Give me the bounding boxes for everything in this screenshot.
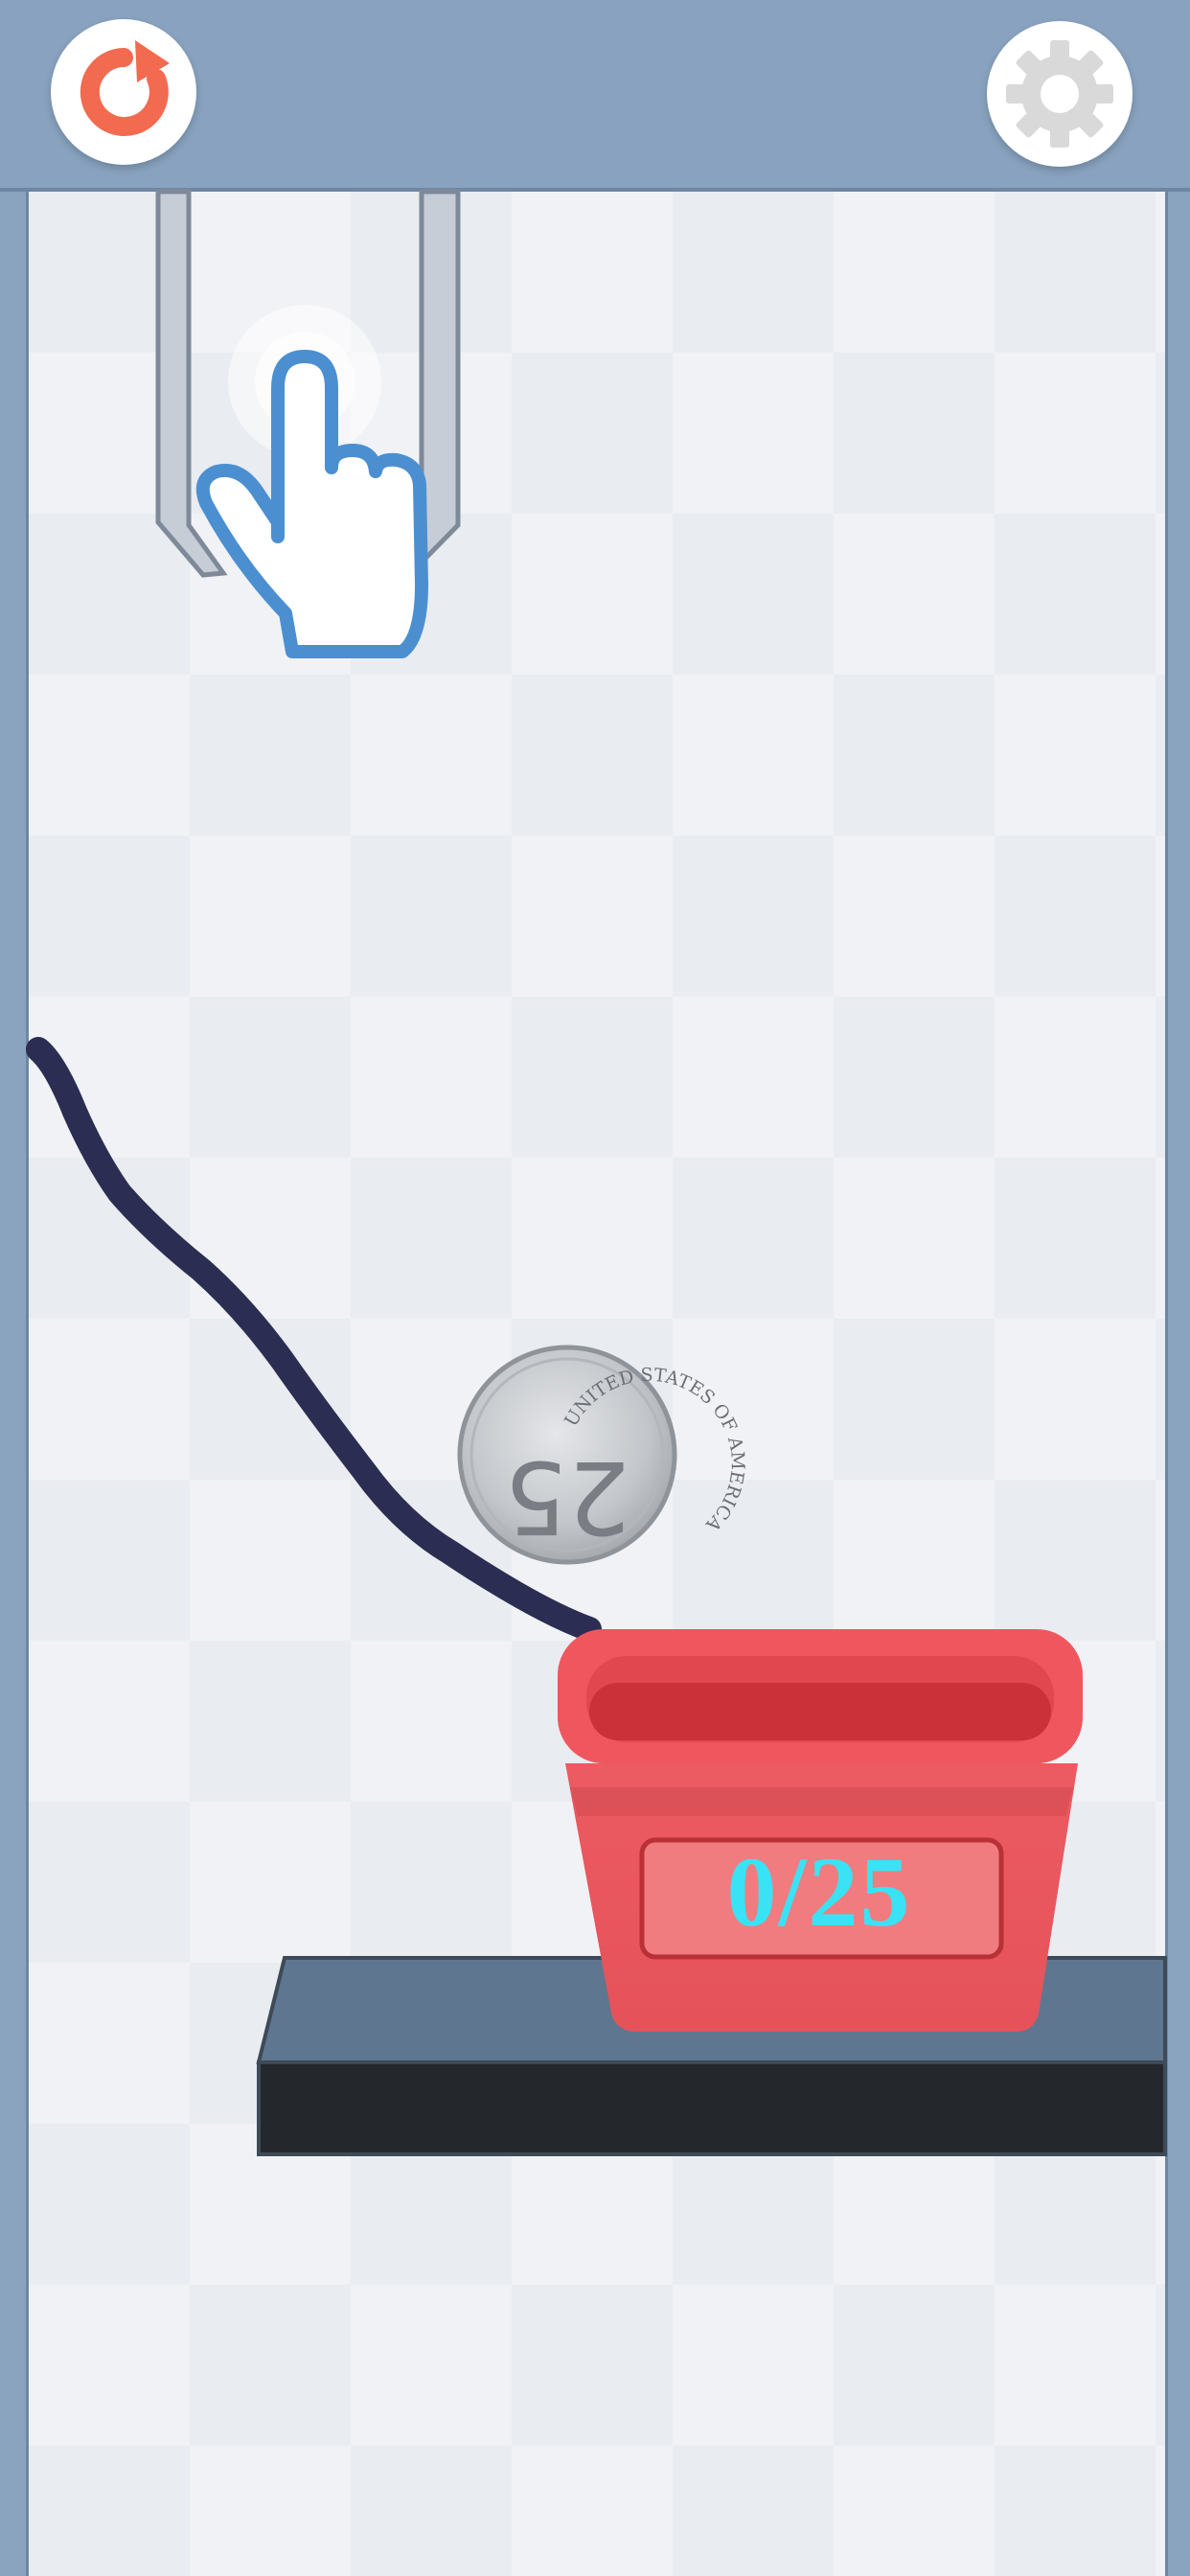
coin-counter: 0/25 [726, 1837, 912, 1947]
game-scene: 25 UNITED STATES OF AMERICA [26, 189, 1167, 2156]
collection-cup [558, 1629, 1083, 2032]
quarter-coin: 25 UNITED STATES OF AMERICA [457, 1345, 748, 1565]
coin-denomination: 25 [504, 1438, 630, 1555]
tutorial-hand-icon [195, 305, 428, 658]
